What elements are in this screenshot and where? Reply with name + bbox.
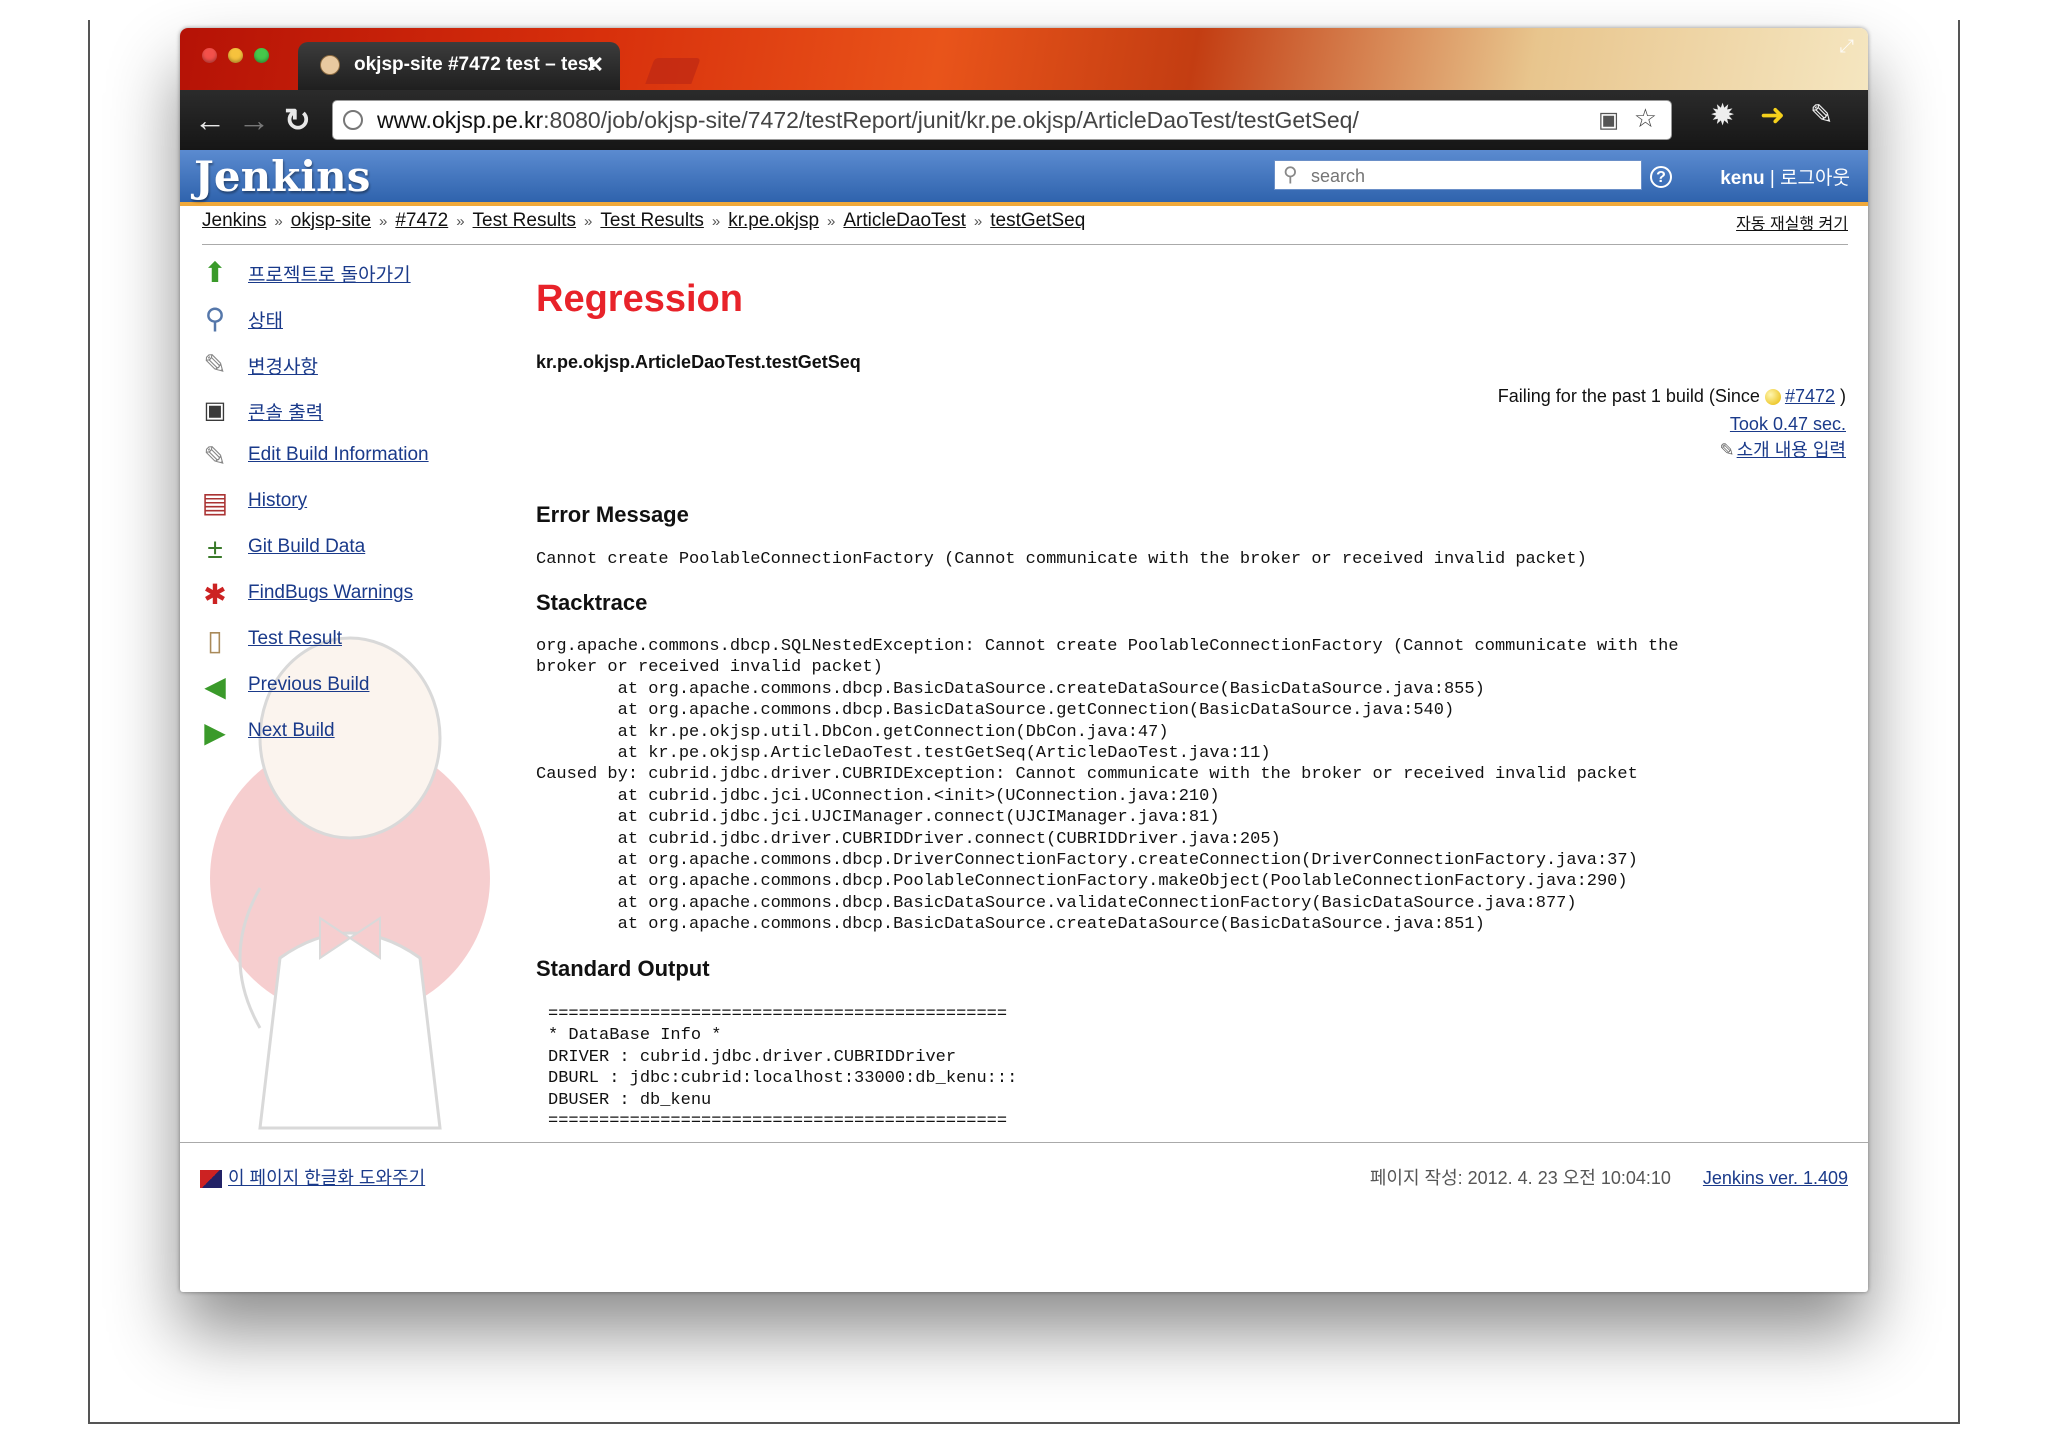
sidebar-item-changes[interactable]: ✎ 변경사항 bbox=[198, 344, 498, 390]
new-tab-button[interactable] bbox=[645, 58, 701, 84]
sidebar-item-history[interactable]: ▤ History bbox=[198, 482, 498, 528]
tab-close-icon[interactable]: ✕ bbox=[586, 42, 604, 88]
tab-title: okjsp-site #7472 test – test bbox=[354, 54, 595, 75]
stacktrace-text: org.apache.commons.dbcp.SQLNestedExcepti… bbox=[536, 637, 1679, 935]
notepad-pencil-icon: ✎ bbox=[1719, 440, 1735, 460]
browser-window: okjsp-site #7472 test – test ✕ ⤢ ← → ↻ w… bbox=[180, 28, 1868, 1292]
history-icon: ▤ bbox=[201, 487, 229, 518]
breadcrumb-job[interactable]: okjsp-site bbox=[291, 210, 371, 231]
help-icon[interactable]: ? bbox=[1650, 166, 1672, 188]
notepad-icon: ✎ bbox=[203, 349, 227, 380]
page-generated-time: 페이지 작성: 2012. 4. 23 오전 10:04:10 bbox=[1369, 1168, 1671, 1188]
extension-arrow-icon[interactable]: ➜ bbox=[1760, 98, 1785, 133]
user-area: kenu | 로그아웃 bbox=[1720, 168, 1850, 189]
address-bar[interactable]: www.okjsp.pe.kr:8080/job/okjsp-site/7472… bbox=[332, 100, 1672, 140]
build-status-ball-icon bbox=[1764, 389, 1781, 406]
minimize-window-button[interactable] bbox=[228, 48, 243, 63]
page-info-icon[interactable] bbox=[343, 110, 363, 130]
jenkins-favicon-icon bbox=[320, 55, 340, 75]
extension-icon[interactable]: ▣ bbox=[1598, 107, 1619, 133]
reload-icon[interactable]: ↻ bbox=[284, 100, 311, 140]
breadcrumb-test-results[interactable]: Test Results bbox=[473, 210, 576, 231]
fullscreen-icon[interactable]: ⤢ bbox=[1840, 36, 1854, 57]
sidebar-item-test-result[interactable]: ▯ Test Result bbox=[198, 620, 498, 666]
test-name: kr.pe.okjsp.ArticleDaoTest.testGetSeq bbox=[536, 352, 861, 372]
failing-since: Failing for the past 1 build (Since #747… bbox=[1497, 386, 1846, 406]
sidebar-item-status[interactable]: ⚲ 상태 bbox=[198, 298, 498, 344]
sidebar-item-console-output[interactable]: ▣ 콘솔 출력 bbox=[198, 390, 498, 436]
jenkins-version-link[interactable]: Jenkins ver. 1.409 bbox=[1703, 1168, 1848, 1188]
title-bar: okjsp-site #7472 test – test ✕ ⤢ bbox=[180, 28, 1868, 90]
jenkins-logo[interactable]: Jenkins bbox=[194, 152, 370, 201]
gear-icon[interactable]: ✹ bbox=[1710, 98, 1735, 133]
browser-toolbar: ← → ↻ www.okjsp.pe.kr:8080/job/okjsp-sit… bbox=[180, 90, 1868, 150]
footer-left: 이 페이지 한글화 도와주기 bbox=[200, 1164, 425, 1190]
sidebar-item-findbugs-warnings[interactable]: ✱ FindBugs Warnings bbox=[198, 574, 498, 620]
logout-link[interactable]: 로그아웃 bbox=[1780, 168, 1850, 189]
magnifier-icon: ⚲ bbox=[204, 303, 226, 334]
standard-output-heading: Standard Output bbox=[536, 956, 710, 981]
zoom-window-button[interactable] bbox=[254, 48, 269, 63]
terminal-icon: ▣ bbox=[203, 397, 227, 424]
breadcrumb-jenkins[interactable]: Jenkins bbox=[202, 210, 266, 231]
footer-right: 페이지 작성: 2012. 4. 23 오전 10:04:10 Jenkins v… bbox=[1370, 1164, 1848, 1190]
footer-divider bbox=[180, 1142, 1868, 1143]
back-arrow-icon[interactable]: ← bbox=[194, 100, 226, 140]
breadcrumb-package[interactable]: kr.pe.okjsp bbox=[728, 210, 819, 231]
breadcrumb-class[interactable]: ArticleDaoTest bbox=[843, 210, 966, 231]
page-title: Regression bbox=[536, 278, 743, 320]
localize-link[interactable]: 이 페이지 한글화 도와주기 bbox=[228, 1168, 425, 1188]
bug-icon: ✱ bbox=[203, 579, 227, 610]
up-arrow-icon: ⬆ bbox=[203, 257, 227, 288]
git-icon: ± bbox=[207, 533, 223, 564]
auto-refresh-link[interactable]: 자동 재실행 켜기 bbox=[1736, 210, 1848, 234]
sidebar-item-edit-build-information[interactable]: ✎ Edit Build Information bbox=[198, 436, 498, 482]
right-arrow-icon: ▶ bbox=[204, 717, 226, 748]
standard-output-text: ========================================… bbox=[548, 1005, 1018, 1132]
took-link[interactable]: Took 0.47 sec. bbox=[1730, 414, 1846, 435]
breadcrumb: Jenkins» okjsp-site» #7472» Test Results» Te… bbox=[202, 210, 1848, 245]
notepad-pencil-icon: ✎ bbox=[203, 441, 227, 472]
search-box[interactable]: ⚲ bbox=[1274, 160, 1642, 190]
clipboard-icon: ▯ bbox=[207, 625, 223, 656]
localization-icon bbox=[200, 1170, 222, 1189]
breadcrumb-test-results-2[interactable]: Test Results bbox=[600, 210, 703, 231]
error-message-heading: Error Message bbox=[536, 502, 689, 527]
search-icon: ⚲ bbox=[1283, 164, 1298, 186]
breadcrumb-build[interactable]: #7472 bbox=[395, 210, 448, 231]
sidebar-item-back-to-project[interactable]: ⬆ 프로젝트로 돌아가기 bbox=[198, 252, 498, 298]
jenkins-header: Jenkins ⚲ ? kenu | 로그아웃 bbox=[180, 150, 1868, 206]
error-message-text: Cannot create PoolableConnectionFactory … bbox=[536, 550, 1587, 569]
url-text[interactable]: www.okjsp.pe.kr:8080/job/okjsp-site/7472… bbox=[377, 101, 1359, 139]
close-window-button[interactable] bbox=[202, 48, 217, 63]
sidebar-item-previous-build[interactable]: ◀ Previous Build bbox=[198, 666, 498, 712]
sidebar: ⬆ 프로젝트로 돌아가기 ⚲ 상태 ✎ 변경사항 ▣ 콘솔 출력 ✎ Edit Build… bbox=[198, 252, 498, 758]
forward-arrow-icon[interactable]: → bbox=[238, 100, 270, 140]
left-arrow-icon: ◀ bbox=[204, 671, 226, 702]
sidebar-item-git-build-data[interactable]: ± Git Build Data bbox=[198, 528, 498, 574]
stacktrace-heading: Stacktrace bbox=[536, 590, 648, 615]
wrench-icon[interactable]: ✎ bbox=[1810, 98, 1833, 131]
browser-tab[interactable]: okjsp-site #7472 test – test ✕ bbox=[298, 42, 620, 90]
failing-build-link[interactable]: #7472 bbox=[1785, 386, 1835, 406]
search-input[interactable] bbox=[1309, 163, 1633, 189]
add-description-link[interactable]: ✎ 소개 내용 입력 bbox=[1720, 436, 1846, 462]
sidebar-item-next-build[interactable]: ▶ Next Build bbox=[198, 712, 498, 758]
bookmark-star-icon[interactable]: ☆ bbox=[1634, 103, 1657, 134]
breadcrumb-test[interactable]: testGetSeq bbox=[990, 210, 1085, 231]
user-link[interactable]: kenu bbox=[1720, 168, 1764, 189]
